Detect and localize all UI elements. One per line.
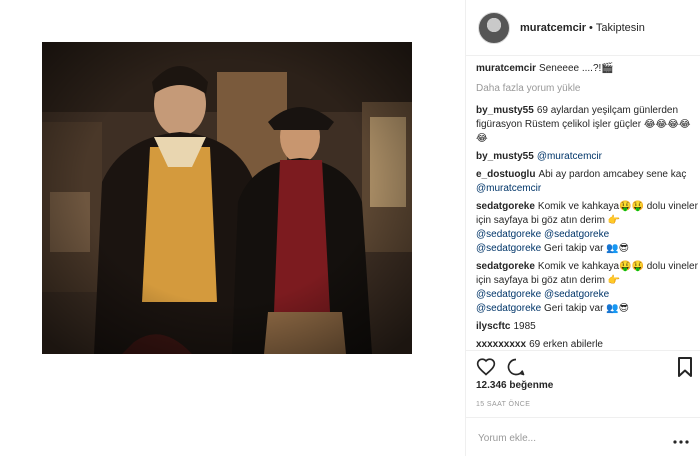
list-item: ilyscftc 1985 bbox=[476, 320, 698, 334]
post-header: muratcemcir • Takiptesin bbox=[466, 0, 700, 56]
comment-input[interactable] bbox=[476, 428, 670, 448]
list-item: sedatgoreke Komik ve kahkaya🤑🤑 dolu vinel… bbox=[476, 260, 698, 316]
comment-text: 1985 bbox=[513, 321, 536, 332]
comment-username[interactable]: sedatgoreke bbox=[476, 201, 535, 212]
comment-mention[interactable]: @sedatgoreke bbox=[476, 303, 541, 314]
post-photo-image bbox=[42, 42, 412, 354]
comment-mention[interactable]: @sedatgoreke @sedatgoreke bbox=[476, 289, 609, 300]
list-item: xxxxxxxxx 69 erken abilerle bbox=[476, 338, 698, 350]
follow-status[interactable]: Takiptesin bbox=[596, 22, 645, 34]
comment-username[interactable]: ilyscftc bbox=[476, 321, 510, 332]
comment-username[interactable]: by_musty55 bbox=[476, 151, 534, 162]
heart-icon[interactable] bbox=[476, 357, 496, 382]
list-item: sedatgoreke Komik ve kahkaya🤑🤑 dolu vinel… bbox=[476, 200, 698, 256]
header-username[interactable]: muratcemcir bbox=[520, 22, 586, 34]
comment-text: Geri takip var 👥😎 bbox=[543, 303, 630, 314]
load-more-comments-link[interactable]: Daha fazla yorum yükle bbox=[476, 82, 698, 96]
ellipsis-icon[interactable] bbox=[673, 432, 689, 450]
comments-list[interactable]: muratcemcir Seneeee ....?!🎬 Daha fazla yo… bbox=[476, 62, 698, 350]
post-time: 15 SAAT ÖNCE bbox=[476, 401, 531, 408]
caption-username[interactable]: muratcemcir bbox=[476, 63, 536, 74]
header-text: muratcemcir • Takiptesin bbox=[520, 22, 645, 34]
comment-text: Abi ay pardon amcabey sene kaç bbox=[538, 169, 687, 180]
post-actions: 12.346 beğenme 15 SAAT ÖNCE bbox=[466, 350, 700, 456]
comment-text: 69 erken abilerle bbox=[529, 339, 603, 350]
comment-username[interactable]: xxxxxxxxx bbox=[476, 339, 526, 350]
add-comment-bar bbox=[466, 417, 700, 457]
caption: muratcemcir Seneeee ....?!🎬 bbox=[476, 62, 698, 76]
bookmark-icon[interactable] bbox=[677, 357, 693, 382]
comment-mention[interactable]: @sedatgoreke @sedatgoreke bbox=[476, 229, 609, 240]
comment-icon[interactable] bbox=[506, 357, 526, 382]
post-photo[interactable] bbox=[42, 42, 412, 354]
avatar[interactable] bbox=[478, 11, 510, 44]
list-item: by_musty55 69 aylardan yeşilçam günlerden… bbox=[476, 104, 698, 146]
list-item: by_musty55 @muratcemcir bbox=[476, 150, 698, 164]
comment-text: Geri takip var 👥😎 bbox=[543, 243, 630, 254]
comment-username[interactable]: sedatgoreke bbox=[476, 261, 535, 272]
comment-username[interactable]: e_dostuoglu bbox=[476, 169, 535, 180]
comment-mention[interactable]: @muratcemcir bbox=[537, 151, 602, 162]
likes-count[interactable]: 12.346 beğenme bbox=[476, 380, 553, 391]
list-item: e_dostuoglu Abi ay pardon amcabey sene ka… bbox=[476, 168, 698, 196]
comment-mention[interactable]: @muratcemcir bbox=[476, 183, 541, 194]
header-separator: • bbox=[589, 21, 593, 34]
comment-username[interactable]: by_musty55 bbox=[476, 105, 534, 116]
caption-text: Seneeee ....?!🎬 bbox=[539, 63, 614, 74]
post-details: muratcemcir • Takiptesin muratcemcir Seneee… bbox=[465, 0, 700, 456]
media-pane bbox=[0, 0, 456, 456]
comment-mention[interactable]: @sedatgoreke bbox=[476, 243, 541, 254]
